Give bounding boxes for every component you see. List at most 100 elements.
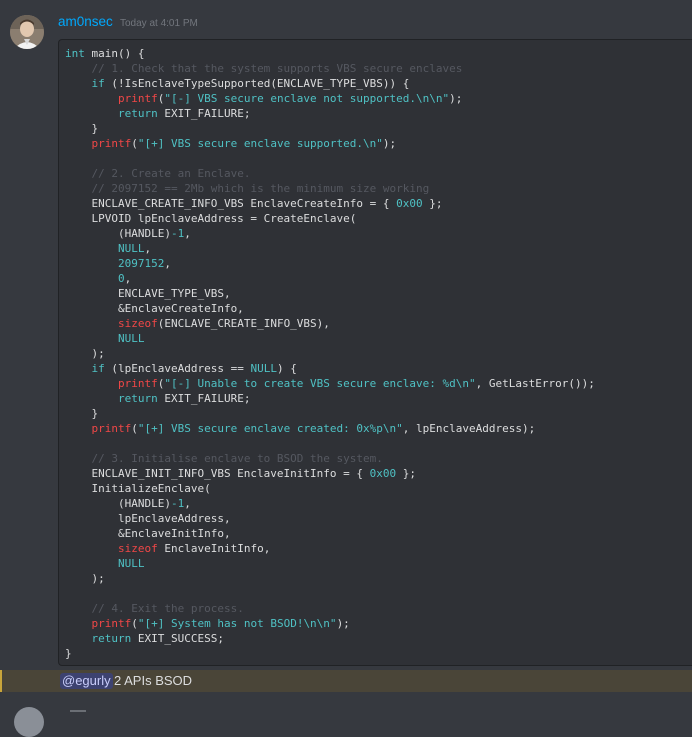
code-token: lpEnclaveAddress,: [65, 512, 231, 525]
code-token: LPVOID lpEnclaveAddress = CreateEnclave(: [65, 212, 357, 225]
code-token: // 2097152 == 2Mb which is the minimum s…: [91, 182, 430, 195]
code-token: printf: [91, 617, 132, 630]
code-token: NULL: [250, 362, 277, 375]
code-token: "[-] Unable to create VBS secure enclave…: [164, 377, 476, 390]
next-message-author: [70, 710, 86, 712]
code-block: int main() { // 1. Check that the system…: [58, 39, 692, 666]
message-author[interactable]: am0nsec: [58, 14, 113, 29]
code-token: printf: [117, 92, 158, 105]
code-line: return EXIT_FAILURE;: [65, 391, 692, 406]
code-token: ) {: [276, 362, 297, 375]
code-token: &EnclaveCreateInfo,: [65, 302, 244, 315]
code-token: 2097152: [117, 257, 165, 270]
code-content: int main() { // 1. Check that the system…: [59, 40, 692, 661]
code-token: return: [91, 632, 132, 645]
code-line: // 1. Check that the system supports VBS…: [65, 61, 692, 76]
code-token: "[+] VBS secure enclave created: 0x%p\n": [137, 422, 403, 435]
code-line: if (!IsEnclaveTypeSupported(ENCLAVE_TYPE…: [65, 76, 692, 91]
code-token: (!IsEnclaveTypeSupported(ENCLAVE_TYPE_VB…: [104, 77, 410, 90]
code-line: // 4. Exit the process.: [65, 601, 692, 616]
code-line: lpEnclaveAddress,: [65, 511, 692, 526]
code-token: ENCLAVE_TYPE_VBS,: [65, 287, 231, 300]
code-token: return: [117, 107, 158, 120]
code-line: NULL: [65, 331, 692, 346]
code-token: sizeof: [117, 542, 158, 555]
code-token: (HANDLE): [65, 497, 171, 510]
code-line: return EXIT_SUCCESS;: [65, 631, 692, 646]
code-line: 0,: [65, 271, 692, 286]
code-token: return: [117, 392, 158, 405]
next-message-avatar[interactable]: [14, 707, 44, 737]
code-line: InitializeEnclave(: [65, 481, 692, 496]
code-line: printf("[-] VBS secure enclave not suppo…: [65, 91, 692, 106]
code-token: );: [449, 92, 463, 105]
code-token: if: [91, 77, 105, 90]
code-line: return EXIT_FAILURE;: [65, 106, 692, 121]
code-token: , lpEnclaveAddress);: [402, 422, 536, 435]
code-line: ENCLAVE_TYPE_VBS,: [65, 286, 692, 301]
code-token: EXIT_SUCCESS;: [131, 632, 224, 645]
code-line: printf("[-] Unable to create VBS secure …: [65, 376, 692, 391]
code-token: NULL: [117, 557, 145, 570]
code-token: }: [65, 407, 99, 420]
user-avatar[interactable]: [10, 15, 44, 49]
code-line: if (lpEnclaveAddress == NULL) {: [65, 361, 692, 376]
code-token: main() {: [84, 47, 145, 60]
code-line: ENCLAVE_CREATE_INFO_VBS EnclaveCreateInf…: [65, 196, 692, 211]
code-token: EnclaveInitInfo,: [157, 542, 271, 555]
code-token: );: [382, 137, 397, 150]
code-token: );: [336, 617, 350, 630]
code-token: 0: [117, 272, 125, 285]
code-line: }: [65, 406, 692, 421]
code-line: );: [65, 571, 692, 586]
code-token: ,: [144, 242, 152, 255]
code-line: // 3. Initialise enclave to BSOD the sys…: [65, 451, 692, 466]
code-line: printf("[+] VBS secure enclave supported…: [65, 136, 692, 151]
code-token: ,: [184, 497, 191, 510]
code-token: // 3. Initialise enclave to BSOD the sys…: [91, 452, 383, 465]
code-token: &EnclaveInitInfo,: [65, 527, 231, 540]
code-token: , GetLastError());: [475, 377, 595, 390]
code-token: ,: [184, 227, 191, 240]
code-token: );: [65, 572, 105, 585]
code-line: (HANDLE)-1,: [65, 226, 692, 241]
code-token: (HANDLE): [65, 227, 171, 240]
code-token: (lpEnclaveAddress ==: [104, 362, 251, 375]
code-token: sizeof: [117, 317, 158, 330]
code-token: 0x00: [396, 197, 423, 210]
code-token: -1: [170, 497, 185, 510]
code-token: InitializeEnclave(: [65, 482, 211, 495]
code-token: };: [396, 467, 417, 480]
user-mention[interactable]: @egurly: [60, 673, 113, 689]
code-line: &EnclaveCreateInfo,: [65, 301, 692, 316]
mention-message: @egurly 2 APIs BSOD: [0, 670, 692, 692]
code-line: // 2097152 == 2Mb which is the minimum s…: [65, 181, 692, 196]
code-token: ,: [164, 257, 171, 270]
code-token: NULL: [117, 332, 145, 345]
code-token: EXIT_FAILURE;: [157, 392, 251, 405]
code-token: ENCLAVE_INIT_INFO_VBS EnclaveInitInfo = …: [65, 467, 370, 480]
code-token: (: [131, 422, 138, 435]
code-line: NULL,: [65, 241, 692, 256]
code-token: }: [65, 647, 72, 660]
code-line: );: [65, 346, 692, 361]
code-token: printf: [91, 137, 132, 150]
